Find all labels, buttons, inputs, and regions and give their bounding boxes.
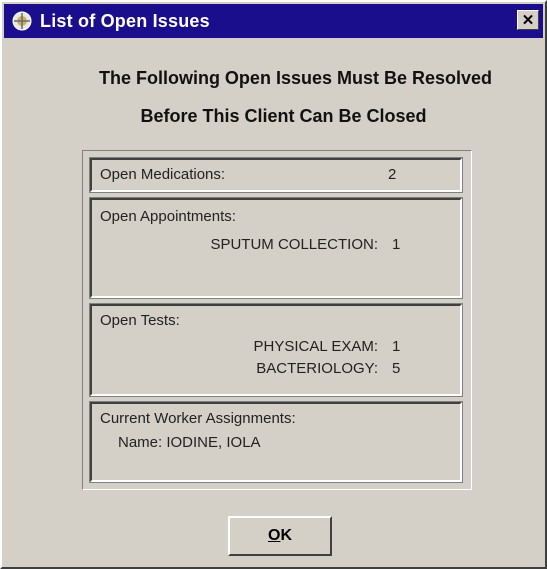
tests-group: Open Tests: PHYSICAL EXAM: 1 BACTERIOLOG… bbox=[89, 303, 463, 397]
window-title: List of Open Issues bbox=[40, 10, 210, 31]
test-item-count: 5 bbox=[392, 360, 401, 377]
workers-group: Current Worker Assignments: Name: IODINE… bbox=[89, 401, 463, 483]
heading-line-1: The Following Open Issues Must Be Resolv… bbox=[98, 68, 493, 88]
test-item-count: 1 bbox=[392, 338, 401, 355]
app-icon bbox=[10, 9, 34, 33]
ok-label-rest: K bbox=[280, 527, 292, 544]
medications-count: 2 bbox=[388, 166, 397, 183]
appointments-group: Open Appointments: SPUTUM COLLECTION: 1 bbox=[89, 197, 463, 299]
medications-label: Open Medications: bbox=[100, 166, 226, 183]
worker-name: Name: IODINE, IOLA bbox=[118, 434, 261, 451]
close-button[interactable]: ✕ bbox=[517, 10, 539, 30]
dialog-window: List of Open Issues ✕ The Following Open… bbox=[0, 0, 547, 569]
appointment-item-count: 1 bbox=[392, 236, 401, 253]
workers-label: Current Worker Assignments: bbox=[100, 410, 296, 427]
medications-group: Open Medications: 2 bbox=[89, 157, 463, 193]
appointments-label: Open Appointments: bbox=[100, 208, 236, 225]
test-item-name: PHYSICAL EXAM: bbox=[253, 338, 378, 355]
ok-button[interactable]: OK bbox=[228, 516, 332, 556]
appointment-item-name: SPUTUM COLLECTION: bbox=[210, 236, 378, 253]
ok-mnemonic: O bbox=[267, 527, 281, 544]
title-bar[interactable]: List of Open Issues ✕ bbox=[4, 4, 543, 38]
tests-label: Open Tests: bbox=[100, 312, 180, 329]
heading-line-2: Before This Client Can Be Closed bbox=[140, 106, 427, 126]
test-item-name: BACTERIOLOGY: bbox=[256, 360, 378, 377]
close-icon: ✕ bbox=[521, 11, 535, 29]
